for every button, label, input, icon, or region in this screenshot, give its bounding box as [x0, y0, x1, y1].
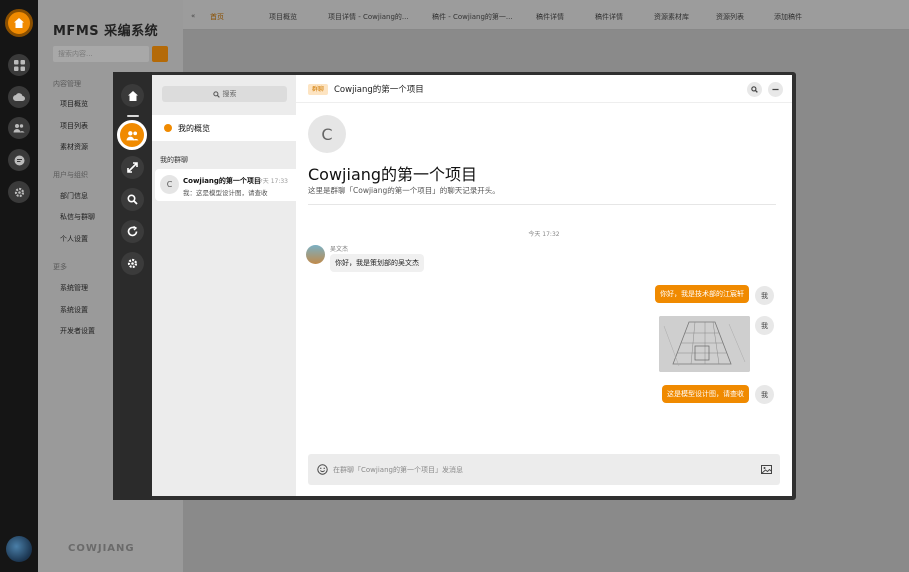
modal-groups-button[interactable] — [117, 120, 147, 150]
group-time: 今天 17:33 — [256, 178, 288, 185]
active-indicator — [127, 115, 139, 117]
group-name: Cowjiang的第一个项目 — [183, 177, 261, 185]
chat-search-button[interactable] — [747, 82, 762, 97]
group-list-panel: 搜索 我的概览 我的群聊 C Cowjiang的第一个项目 今天 17:33 我… — [152, 75, 296, 496]
sidebar-item[interactable]: 个人设置 — [60, 234, 88, 244]
modal-refresh-button[interactable] — [121, 220, 144, 243]
tab-home[interactable]: 首页 — [210, 12, 224, 22]
overview-label: 我的概览 — [178, 123, 210, 133]
app-rail — [0, 0, 38, 572]
groups-section-label: 我的群聊 — [160, 156, 188, 164]
home-icon — [127, 90, 138, 101]
message-input[interactable] — [333, 463, 733, 476]
outgoing-message: 这是模型设计图，请查收 — [662, 385, 749, 403]
group-description: 这里是群聊「Cowjiang的第一个项目」的聊天记录开头。 — [308, 186, 500, 195]
gear-icon — [127, 258, 138, 269]
grid-icon — [13, 59, 25, 71]
tab[interactable]: 资源素材库 — [654, 12, 689, 22]
group-preview: 我：这是模型设计图，请查收 — [183, 189, 268, 197]
app-logo[interactable] — [5, 9, 33, 37]
sidebar-section-label: 更多 — [53, 263, 67, 271]
rail-settings-button[interactable] — [8, 181, 30, 203]
message-time-divider: 今天 17:32 — [528, 231, 560, 238]
tab-bar: « 首页 项目概览 项目详情 - Cowjiang的... 稿件 - Cowji… — [183, 0, 909, 30]
group-avatar-large: C — [308, 115, 346, 153]
refresh-icon — [127, 226, 138, 237]
app-title: MFMS 采编系统 — [53, 24, 159, 39]
search-icon — [751, 86, 758, 93]
group-chat-badge: 群聊 — [308, 84, 329, 95]
modal-settings-button[interactable] — [121, 252, 144, 275]
sidebar-item[interactable]: 开发者设置 — [60, 326, 95, 336]
message-composer — [308, 454, 780, 485]
image-icon[interactable] — [761, 464, 772, 475]
my-avatar[interactable]: 我 — [755, 385, 774, 404]
chat-panel: 群聊 Cowjiang的第一个项目 C Cowjiang的第一个项目 这里是群聊… — [296, 75, 792, 496]
modal-home-button[interactable] — [121, 84, 144, 107]
sidebar-item[interactable]: 素材资源 — [60, 142, 88, 152]
chat-header: 群聊 Cowjiang的第一个项目 — [296, 75, 792, 103]
rail-users-button[interactable] — [8, 117, 30, 139]
chat-modal: 搜索 我的概览 我的群聊 C Cowjiang的第一个项目 今天 17:33 我… — [113, 72, 796, 500]
sidebar-item[interactable]: 私信与群聊 — [60, 212, 95, 222]
sketch-image — [659, 316, 750, 372]
sidebar-section-label: 内容管理 — [53, 80, 81, 88]
sender-name: 吴文杰 — [330, 246, 349, 253]
sidebar-section-label: 用户与组织 — [53, 171, 88, 179]
rail-chat-button[interactable] — [8, 149, 30, 171]
my-overview-item[interactable]: 我的概览 — [152, 115, 296, 141]
sidebar-item[interactable]: 部门信息 — [60, 191, 88, 201]
footer-logo: COWJIANG — [68, 543, 135, 554]
tab[interactable]: 稿件详情 — [536, 12, 564, 22]
outgoing-image-message[interactable] — [659, 316, 750, 372]
tab[interactable]: 添加稿件 — [774, 12, 802, 22]
search-icon — [212, 90, 220, 98]
tab[interactable]: 资源列表 — [716, 12, 744, 22]
sidebar-item[interactable]: 系统设置 — [60, 305, 88, 315]
rail-apps-button[interactable] — [8, 54, 30, 76]
group-search-button[interactable]: 搜索 — [162, 86, 287, 102]
chat-icon — [14, 155, 24, 165]
chat-header-title: Cowjiang的第一个项目 — [334, 85, 424, 95]
expand-icon — [127, 162, 138, 173]
sidebar-item[interactable]: 项目列表 — [60, 121, 88, 131]
search-icon — [127, 194, 138, 205]
tab-collapse-icon[interactable]: « — [191, 12, 195, 20]
incoming-message: 你好，我是策划部的吴文杰 — [330, 254, 424, 272]
modal-rail — [113, 72, 152, 500]
cloud-icon — [13, 93, 25, 101]
group-list-item[interactable]: C Cowjiang的第一个项目 今天 17:33 我：这是模型设计图，请查收 — [155, 169, 296, 201]
gear-icon — [14, 187, 24, 197]
minus-icon — [772, 88, 779, 91]
my-avatar[interactable]: 我 — [755, 316, 774, 335]
modal-expand-button[interactable] — [121, 156, 144, 179]
group-search-label: 搜索 — [222, 90, 237, 98]
tab[interactable]: 稿件详情 — [595, 12, 623, 22]
group-avatar: C — [160, 175, 179, 194]
emoji-icon[interactable] — [317, 464, 328, 475]
sender-avatar[interactable] — [306, 245, 325, 264]
users-icon — [13, 124, 25, 133]
outgoing-message: 你好，我是技术部的江宸轩 — [655, 285, 749, 303]
tab[interactable]: 稿件 - Cowjiang的第一... — [432, 12, 513, 22]
rail-cloud-button[interactable] — [8, 86, 30, 108]
sidebar-item[interactable]: 项目概览 — [60, 99, 88, 109]
tab[interactable]: 项目详情 - Cowjiang的... — [328, 12, 409, 22]
users-icon — [126, 130, 138, 140]
my-avatar[interactable]: 我 — [755, 286, 774, 305]
home-icon — [14, 18, 24, 28]
tab[interactable]: 项目概览 — [269, 12, 297, 22]
user-avatar[interactable] — [6, 536, 32, 562]
sidebar-search-button[interactable] — [152, 46, 168, 62]
divider — [308, 204, 776, 205]
sidebar-item[interactable]: 系统管理 — [60, 283, 88, 293]
sidebar-search-input[interactable]: 搜索内容... — [53, 46, 149, 62]
overview-icon — [164, 124, 172, 132]
group-title: Cowjiang的第一个项目 — [308, 165, 478, 184]
chat-more-button[interactable] — [768, 82, 783, 97]
modal-search-button[interactable] — [121, 188, 144, 211]
